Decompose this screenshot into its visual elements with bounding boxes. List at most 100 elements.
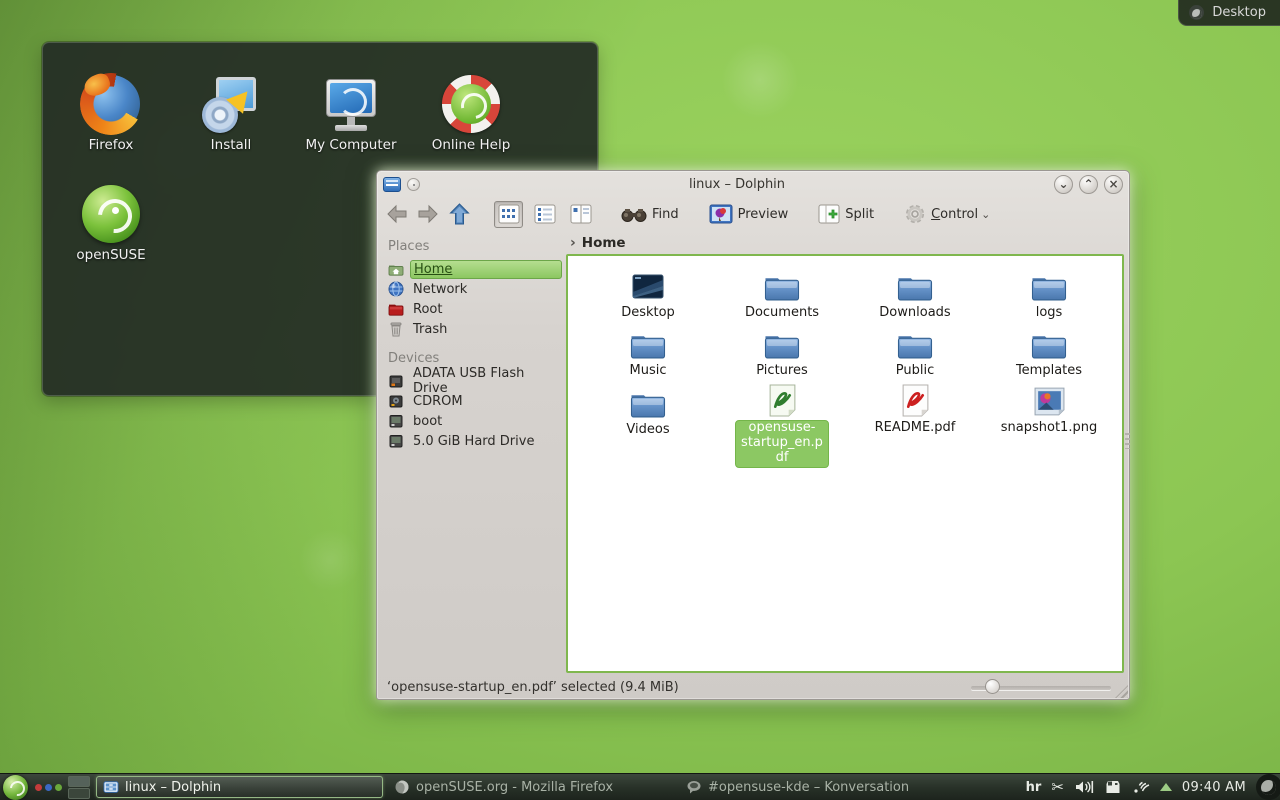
desktop-folder-icon (630, 272, 666, 302)
forward-button[interactable] (416, 203, 440, 225)
firefox-icon (82, 75, 140, 133)
preview-icon (709, 204, 733, 224)
desktop-icon-install[interactable]: Install (169, 75, 293, 153)
window-edge-grip[interactable] (1125, 433, 1130, 449)
taskbar: linux – Dolphin openSUSE.org - Mozilla F… (0, 773, 1280, 800)
desktop-toolbox[interactable]: Desktop (1178, 0, 1280, 26)
klipper-scissors-icon[interactable]: ✂ (1051, 778, 1064, 796)
file-item-templates[interactable]: Templates (993, 324, 1105, 378)
folder-icon (896, 329, 934, 360)
sidebar-item-boot[interactable]: boot (386, 411, 562, 431)
icons-view-button[interactable] (494, 201, 523, 228)
volume-icon[interactable] (1074, 779, 1094, 795)
cashew-icon (1189, 5, 1204, 20)
gear-icon (904, 203, 926, 225)
desktop-icon-opensuse[interactable]: openSUSE (49, 185, 173, 263)
pin-button[interactable] (407, 178, 420, 191)
file-item-pictures[interactable]: Pictures (726, 324, 838, 378)
desktop-icon-label: Online Help (432, 137, 511, 153)
details-view-button[interactable] (530, 201, 559, 228)
desktop-icon-label: My Computer (305, 137, 396, 153)
file-item-downloads[interactable]: Downloads (859, 266, 971, 320)
titlebar[interactable]: linux – Dolphin ⌄ ⌃ × (377, 171, 1129, 197)
file-item-logs[interactable]: logs (993, 266, 1105, 320)
file-item-snapshot1-png[interactable]: snapshot1.png (993, 381, 1105, 435)
file-item-music[interactable]: Music (592, 324, 704, 378)
my-computer-icon (322, 75, 380, 133)
usb-drive-icon (388, 373, 404, 389)
pdf-green-icon (768, 384, 797, 417)
window-title: linux – Dolphin (426, 177, 1048, 192)
folder-icon (763, 329, 801, 360)
sidebar-item-network[interactable]: Network (386, 279, 562, 299)
folder-icon (629, 388, 667, 419)
opensuse-icon (82, 185, 140, 243)
sidebar-item-trash[interactable]: Trash (386, 319, 562, 339)
back-button[interactable] (385, 203, 409, 225)
panel-cashew-icon[interactable] (1256, 774, 1280, 800)
desktop-icon-label: Firefox (89, 137, 134, 153)
desktop-icon-firefox[interactable]: Firefox (49, 75, 173, 153)
firefox-task-icon (394, 779, 410, 795)
task-button-firefox[interactable]: openSUSE.org - Mozilla Firefox (388, 776, 675, 798)
task-button-konversation[interactable]: #opensuse-kde – Konversation (680, 776, 967, 798)
globe-icon (388, 281, 404, 297)
keyboard-layout-indicator[interactable]: hr (1026, 780, 1042, 795)
places-panel: Places Home Network Root Trash Devic (380, 231, 566, 675)
task-button-dolphin[interactable]: linux – Dolphin (96, 776, 383, 798)
cdrom-icon (388, 393, 404, 409)
desktop-icon-online-help[interactable]: Online Help (409, 75, 533, 153)
maximize-button[interactable]: ⌃ (1079, 175, 1098, 194)
network-signal-icon[interactable] (1132, 779, 1150, 795)
places-header: Places (388, 239, 562, 254)
file-item-readme-pdf[interactable]: README.pdf (859, 381, 971, 435)
file-item-public[interactable]: Public (859, 324, 971, 378)
virtual-desktop-2[interactable] (68, 788, 90, 799)
dolphin-window: linux – Dolphin ⌄ ⌃ × Find Previe (376, 170, 1130, 700)
sidebar-item-home[interactable]: Home (386, 259, 562, 279)
folder-icon (1030, 329, 1068, 360)
breadcrumb[interactable]: › Home (566, 231, 1126, 254)
desktop-icon-my-computer[interactable]: My Computer (289, 75, 413, 153)
breadcrumb-location[interactable]: Home (582, 235, 626, 251)
red-dot-icon (35, 784, 42, 791)
file-item-opensuse-startup-pdf[interactable]: opensuse-startup_en.pdf (726, 381, 838, 468)
close-button[interactable]: × (1104, 175, 1123, 194)
desktop-pager[interactable] (68, 776, 90, 799)
zoom-slider-knob[interactable] (985, 679, 1000, 694)
hard-drive-icon (388, 413, 404, 429)
file-item-documents[interactable]: Documents (726, 266, 838, 320)
status-text: ‘opensuse-startup_en.pdf’ selected (9.4 … (387, 680, 971, 695)
column-view-button[interactable] (566, 201, 595, 228)
sidebar-item-hard-drive[interactable]: 5.0 GiB Hard Drive (386, 431, 562, 451)
dolphin-app-icon (383, 177, 401, 192)
device-notifier-icon[interactable] (1104, 779, 1122, 795)
preview-button[interactable]: Preview (705, 204, 793, 224)
minimize-button[interactable]: ⌄ (1054, 175, 1073, 194)
file-item-videos[interactable]: Videos (592, 383, 704, 437)
file-view[interactable]: Desktop Documents Downloads logs (566, 254, 1124, 673)
pdf-red-icon (901, 384, 930, 417)
desktop: Desktop Firefox Install My Computer Onli… (0, 0, 1280, 800)
up-button[interactable] (447, 202, 472, 226)
activity-dots[interactable] (35, 784, 62, 791)
control-button[interactable]: Control ⌄ (900, 203, 994, 225)
split-button[interactable]: Split (814, 204, 878, 224)
resize-grip[interactable] (1115, 685, 1128, 698)
desktop-icon-label: openSUSE (76, 247, 145, 263)
tray-expander-icon[interactable] (1160, 783, 1172, 791)
folder-icon (1030, 271, 1068, 302)
breadcrumb-arrow-icon: › (570, 235, 576, 251)
folder-icon (629, 329, 667, 360)
file-item-desktop[interactable]: Desktop (592, 266, 704, 320)
sidebar-item-usb-drive[interactable]: ADATA USB Flash Drive (386, 371, 562, 391)
sidebar-item-root[interactable]: Root (386, 299, 562, 319)
hard-drive-icon (388, 433, 404, 449)
sidebar-item-cdrom[interactable]: CDROM (386, 391, 562, 411)
kickoff-launcher-button[interactable] (3, 775, 28, 800)
find-button[interactable]: Find (617, 205, 683, 223)
clock[interactable]: 09:40 AM (1182, 780, 1246, 795)
zoom-slider[interactable] (971, 679, 1111, 695)
virtual-desktop-1[interactable] (68, 776, 90, 787)
folder-icon (896, 271, 934, 302)
